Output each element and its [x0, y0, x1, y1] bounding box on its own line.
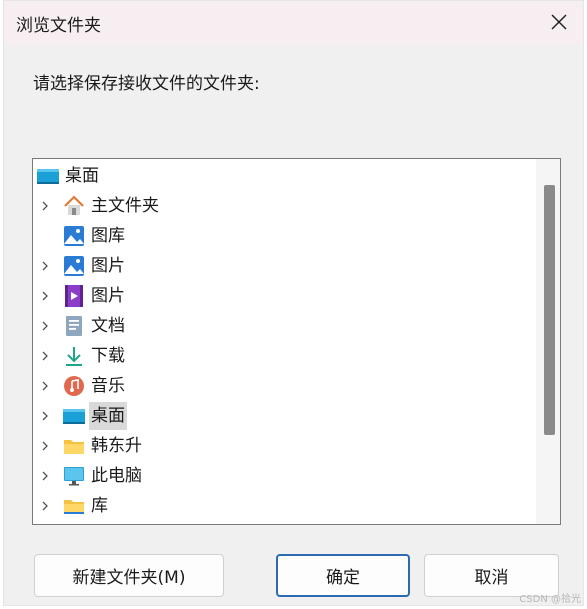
library-icon: [64, 500, 84, 514]
chevron-right-icon[interactable]: [39, 320, 51, 332]
tree-root-label: 桌面: [65, 166, 99, 186]
gallery-icon: [64, 226, 84, 246]
tree-item-label: 图片: [91, 286, 125, 306]
tree-item[interactable]: 图库: [33, 221, 533, 251]
video-icon: [65, 285, 83, 307]
title-bar: 浏览文件夹: [4, 1, 583, 45]
tree-item-label: 桌面: [89, 402, 127, 430]
music-icon: [64, 376, 84, 396]
chevron-right-icon[interactable]: [39, 200, 51, 212]
tree-item[interactable]: 库: [33, 491, 533, 521]
close-icon: [551, 14, 567, 30]
tree-item[interactable]: 图片: [33, 251, 533, 281]
new-folder-button[interactable]: 新建文件夹(M): [34, 554, 224, 597]
chevron-right-icon[interactable]: [39, 470, 51, 482]
tree-root-desktop[interactable]: 桌面: [33, 161, 533, 191]
tree-item-label: 此电脑: [91, 466, 142, 486]
tree-item[interactable]: 桌面: [33, 401, 533, 431]
chevron-right-icon[interactable]: [39, 350, 51, 362]
desktop-icon: [37, 169, 59, 184]
tree-scrollbar[interactable]: [536, 159, 560, 524]
pictures-icon: [64, 256, 84, 276]
home-icon: [64, 195, 84, 215]
chevron-right-icon[interactable]: [39, 410, 51, 422]
computer-icon: [64, 467, 84, 486]
dialog-title: 浏览文件夹: [16, 16, 101, 36]
tree-item-label: 主文件夹: [91, 196, 159, 216]
prompt-text: 请选择保存接收文件的文件夹:: [33, 74, 260, 94]
tree-item[interactable]: 此电脑: [33, 461, 533, 491]
ok-button[interactable]: 确定: [276, 554, 410, 597]
tree-item[interactable]: 文档: [33, 311, 533, 341]
scrollbar-thumb[interactable]: [544, 185, 555, 435]
folder-tree[interactable]: 桌面 主文件夹 图库 图片 图片 文档 下载 音乐 桌面 韩东升 此电脑库: [32, 158, 561, 525]
watermark: CSDN @拾光: [519, 594, 581, 605]
tree-item[interactable]: 韩东升: [33, 431, 533, 461]
tree-item[interactable]: 下载: [33, 341, 533, 371]
tree-item-label: 图库: [91, 226, 125, 246]
documents-icon: [66, 316, 82, 336]
browse-folder-dialog: 浏览文件夹 请选择保存接收文件的文件夹: 桌面 主文件夹 图库 图片 图片 文档 下载 音乐…: [3, 0, 584, 606]
tree-item[interactable]: 主文件夹: [33, 191, 533, 221]
tree-item-label: 下载: [91, 346, 125, 366]
tree-item[interactable]: 图片: [33, 281, 533, 311]
folder-icon: [64, 440, 84, 454]
chevron-right-icon[interactable]: [39, 380, 51, 392]
chevron-right-icon[interactable]: [39, 260, 51, 272]
chevron-right-icon[interactable]: [39, 500, 51, 512]
downloads-icon: [66, 347, 82, 366]
tree-item-label: 库: [91, 496, 108, 516]
tree-item-label: 文档: [91, 316, 125, 336]
tree-item[interactable]: 音乐: [33, 371, 533, 401]
tree-item-label: 图片: [91, 256, 125, 276]
tree-item-label: 音乐: [91, 376, 125, 396]
tree-item-label: 韩东升: [91, 436, 142, 456]
close-button[interactable]: [541, 5, 577, 39]
chevron-right-icon[interactable]: [39, 440, 51, 452]
desktop-icon: [63, 409, 85, 424]
chevron-right-icon[interactable]: [39, 290, 51, 302]
